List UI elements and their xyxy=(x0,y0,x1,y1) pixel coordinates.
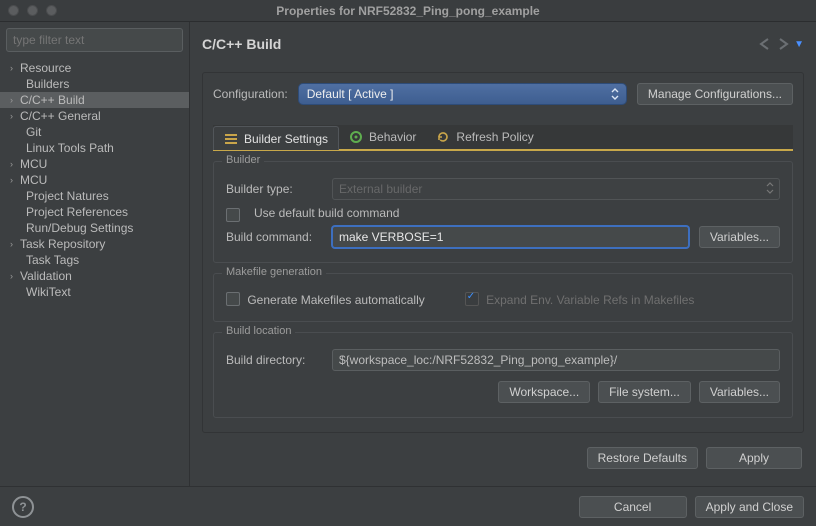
sidebar-item-run-debug-settings[interactable]: Run/Debug Settings xyxy=(0,220,189,236)
tab-label: Behavior xyxy=(369,130,416,144)
forward-icon[interactable] xyxy=(776,38,792,50)
build-directory-input[interactable] xyxy=(332,349,780,371)
sidebar-item-label: Project Natures xyxy=(26,189,109,203)
apply-button[interactable]: Apply xyxy=(706,447,802,469)
chevron-right-icon: › xyxy=(10,63,20,73)
tab-label: Refresh Policy xyxy=(456,130,533,144)
build-command-input[interactable] xyxy=(332,226,689,248)
sidebar-item-label: Task Repository xyxy=(20,237,105,251)
sidebar-item-label: Resource xyxy=(20,61,71,75)
apply-and-close-button[interactable]: Apply and Close xyxy=(695,496,804,518)
location-variables-button[interactable]: Variables... xyxy=(699,381,780,403)
sidebar-item-label: Run/Debug Settings xyxy=(26,221,133,235)
sidebar: ›ResourceBuilders›C/C++ Build›C/C++ Gene… xyxy=(0,22,190,486)
tab-builder-settings[interactable]: Builder Settings xyxy=(213,126,339,150)
sidebar-item-project-natures[interactable]: Project Natures xyxy=(0,188,189,204)
expand-env-checkbox xyxy=(465,292,479,306)
sidebar-item-label: Project References xyxy=(26,205,128,219)
dropdown-icon[interactable]: ▼ xyxy=(794,39,804,50)
titlebar: Properties for NRF52832_Ping_pong_exampl… xyxy=(0,0,816,22)
sidebar-item-project-references[interactable]: Project References xyxy=(0,204,189,220)
sidebar-item-label: Linux Tools Path xyxy=(26,141,114,155)
sidebar-item-linux-tools-path[interactable]: Linux Tools Path xyxy=(0,140,189,156)
chevron-right-icon: › xyxy=(10,175,20,185)
chevron-right-icon: › xyxy=(10,271,20,281)
window-title: Properties for NRF52832_Ping_pong_exampl… xyxy=(0,4,816,18)
nav-history: ▼ xyxy=(758,38,804,50)
sidebar-item-validation[interactable]: ›Validation xyxy=(0,268,189,284)
help-icon[interactable]: ? xyxy=(12,496,34,518)
sidebar-item-mcu[interactable]: ›MCU xyxy=(0,172,189,188)
expand-env-label: Expand Env. Variable Refs in Makefiles xyxy=(486,293,694,307)
sidebar-item-wikitext[interactable]: WikiText xyxy=(0,284,189,300)
sidebar-item-c-c-general[interactable]: ›C/C++ General xyxy=(0,108,189,124)
builder-type-select[interactable]: External builder xyxy=(332,178,780,200)
tabs-bar: Builder Settings Behavior Refresh Policy xyxy=(213,125,793,151)
nav-tree: ›ResourceBuilders›C/C++ Build›C/C++ Gene… xyxy=(0,58,189,486)
sidebar-item-task-tags[interactable]: Task Tags xyxy=(0,252,189,268)
sidebar-item-c-c-build[interactable]: ›C/C++ Build xyxy=(0,92,189,108)
builder-legend: Builder xyxy=(222,154,264,166)
use-default-build-label: Use default build command xyxy=(254,206,399,220)
chevron-right-icon: › xyxy=(10,239,20,249)
sidebar-item-label: MCU xyxy=(20,157,47,171)
build-command-label: Build command: xyxy=(226,230,322,244)
configuration-label: Configuration: xyxy=(213,87,288,101)
sidebar-item-label: Validation xyxy=(20,269,72,283)
sidebar-item-label: Task Tags xyxy=(26,253,79,267)
build-location-legend: Build location xyxy=(222,325,295,337)
chevron-right-icon: › xyxy=(10,159,20,169)
sidebar-item-label: Builders xyxy=(26,77,69,91)
builder-type-label: Builder type: xyxy=(226,182,322,196)
chevron-right-icon: › xyxy=(10,95,20,105)
chevron-right-icon: › xyxy=(10,111,20,121)
tab-label: Builder Settings xyxy=(244,132,328,146)
tab-refresh-policy[interactable]: Refresh Policy xyxy=(426,125,543,149)
sidebar-item-label: C/C++ General xyxy=(20,109,101,123)
makefile-legend: Makefile generation xyxy=(222,266,326,278)
sidebar-item-resource[interactable]: ›Resource xyxy=(0,60,189,76)
generate-makefiles-checkbox[interactable] xyxy=(226,292,240,306)
sidebar-item-mcu[interactable]: ›MCU xyxy=(0,156,189,172)
use-default-build-checkbox[interactable] xyxy=(226,208,240,222)
workspace-button[interactable]: Workspace... xyxy=(498,381,590,403)
file-system-button[interactable]: File system... xyxy=(598,381,691,403)
sidebar-item-label: C/C++ Build xyxy=(20,93,85,107)
sidebar-item-label: MCU xyxy=(20,173,47,187)
filter-input[interactable] xyxy=(6,28,183,52)
refresh-icon xyxy=(436,130,450,144)
build-command-variables-button[interactable]: Variables... xyxy=(699,226,780,248)
configuration-panel: Configuration: Default [ Active ] Manage… xyxy=(202,72,804,433)
restore-defaults-button[interactable]: Restore Defaults xyxy=(587,447,698,469)
gear-green-icon xyxy=(349,130,363,144)
configuration-combo[interactable]: Default [ Active ] xyxy=(298,83,627,105)
back-icon[interactable] xyxy=(758,38,774,50)
configuration-value: Default [ Active ] xyxy=(307,87,394,101)
build-location-group: Build location Build directory: Workspac… xyxy=(213,332,793,418)
sidebar-item-task-repository[interactable]: ›Task Repository xyxy=(0,236,189,252)
page-title: C/C++ Build xyxy=(202,36,281,52)
tab-behavior[interactable]: Behavior xyxy=(339,125,426,149)
manage-configurations-button[interactable]: Manage Configurations... xyxy=(637,83,793,105)
generate-makefiles-label: Generate Makefiles automatically xyxy=(247,293,424,307)
cancel-button[interactable]: Cancel xyxy=(579,496,687,518)
sidebar-item-builders[interactable]: Builders xyxy=(0,76,189,92)
dialog-footer: ? Cancel Apply and Close xyxy=(0,486,816,526)
sidebar-item-label: Git xyxy=(26,125,41,139)
build-directory-label: Build directory: xyxy=(226,353,322,367)
main-panel: C/C++ Build ▼ Configuration: Default [ A… xyxy=(190,22,816,486)
makefile-group: Makefile generation Generate Makefiles a… xyxy=(213,273,793,322)
builder-group: Builder Builder type: External builder xyxy=(213,161,793,263)
list-icon xyxy=(224,132,238,146)
sidebar-item-git[interactable]: Git xyxy=(0,124,189,140)
sidebar-item-label: WikiText xyxy=(26,285,71,299)
chevron-updown-icon xyxy=(608,87,622,101)
